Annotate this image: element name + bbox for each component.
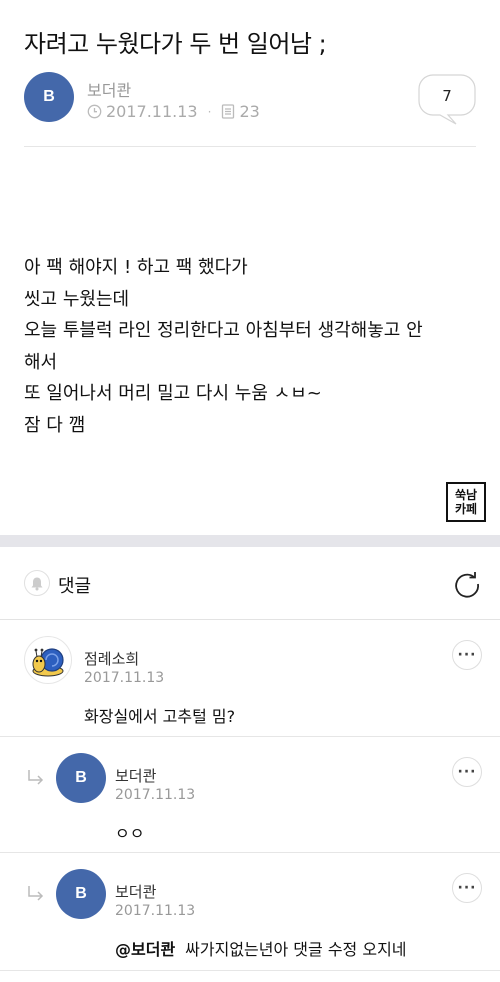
document-icon xyxy=(221,104,235,119)
cafe-watermark: 쑥남 카페 xyxy=(446,482,486,522)
comments-title: 댓글 xyxy=(58,576,92,597)
refresh-icon[interactable] xyxy=(452,569,482,599)
reply-item: B 보더콴 2017.11.13 ㅇㅇ ··· xyxy=(0,737,500,853)
header-divider xyxy=(24,146,476,147)
post-date: 2017.11.13 xyxy=(106,102,198,121)
comment-author[interactable]: 보더콴 xyxy=(115,881,156,902)
comment-body: 화장실에서 고추털 밈? xyxy=(84,707,236,726)
author-avatar[interactable]: B xyxy=(56,753,106,803)
post-meta: 2017.11.13 · 23 xyxy=(87,102,260,121)
snail-avatar[interactable] xyxy=(24,636,72,684)
watermark-line: 쑥남 xyxy=(454,488,478,502)
more-icon[interactable]: ··· xyxy=(452,873,482,903)
body-line: 씻고 누웠는데 xyxy=(24,288,130,310)
comment-body: 싸가지없는년아 댓글 수정 오지네 xyxy=(185,940,407,959)
body-line: 또 일어나서 머리 밀고 다시 누움 ㅅㅂ~ xyxy=(24,383,322,404)
comment-count-button[interactable]: 7 xyxy=(418,74,476,125)
comment-author[interactable]: 보더콴 xyxy=(115,765,156,786)
post-author-row: B 보더콴 2017.11.13 · 23 7 xyxy=(24,72,476,125)
watermark-line: 카페 xyxy=(454,502,478,516)
meta-separator: · xyxy=(207,104,212,119)
post-body: 아 팩 해야지 ! 하고 팩 했다가 씻고 누웠는데 오늘 투블럭 라인 정리한… xyxy=(24,252,476,441)
body-line: 오늘 투블럭 라인 정리한다고 아침부터 생각해놓고 안 xyxy=(24,320,423,341)
reply-arrow-icon xyxy=(28,886,44,901)
comment-text: @보더콴 싸가지없는년아 댓글 수정 오지네 xyxy=(115,936,407,960)
comment-date: 2017.11.13 xyxy=(84,670,165,686)
bell-icon[interactable] xyxy=(24,570,50,596)
reply-item: B 보더콴 2017.11.13 @보더콴 싸가지없는년아 댓글 수정 오지네 ·… xyxy=(0,853,500,971)
comment-body: ㅇㅇ xyxy=(115,824,145,843)
author-avatar[interactable]: B xyxy=(56,869,106,919)
body-line: 해서 xyxy=(24,351,58,373)
comment-text: ㅇㅇ xyxy=(115,820,144,844)
reply-arrow-icon xyxy=(28,770,44,785)
comments-header: 댓글 xyxy=(0,547,500,620)
post-title: 자려고 누웠다가 두 번 일어남 ; xyxy=(24,30,327,58)
comment-date: 2017.11.13 xyxy=(115,787,196,803)
clock-icon xyxy=(87,104,102,119)
more-icon[interactable]: ··· xyxy=(452,640,482,670)
snail-icon xyxy=(32,648,64,677)
comment-text: 화장실에서 고추털 밈? xyxy=(84,703,235,727)
comment-count: 7 xyxy=(442,87,452,105)
body-line: 아 팩 해야지 ! 하고 팩 했다가 xyxy=(24,257,248,278)
comment-author[interactable]: 점례소희 xyxy=(84,648,139,669)
author-name[interactable]: 보더콴 xyxy=(87,77,131,101)
comment-date: 2017.11.13 xyxy=(115,903,196,919)
view-count: 23 xyxy=(239,102,260,121)
comment-mention[interactable]: @보더콴 xyxy=(115,940,175,959)
author-avatar[interactable]: B xyxy=(24,72,74,122)
more-icon[interactable]: ··· xyxy=(452,757,482,787)
comment-item: 점례소희 2017.11.13 화장실에서 고추털 밈? ··· xyxy=(0,620,500,737)
body-line: 잠 다 깸 xyxy=(24,414,86,436)
section-separator xyxy=(0,535,500,547)
